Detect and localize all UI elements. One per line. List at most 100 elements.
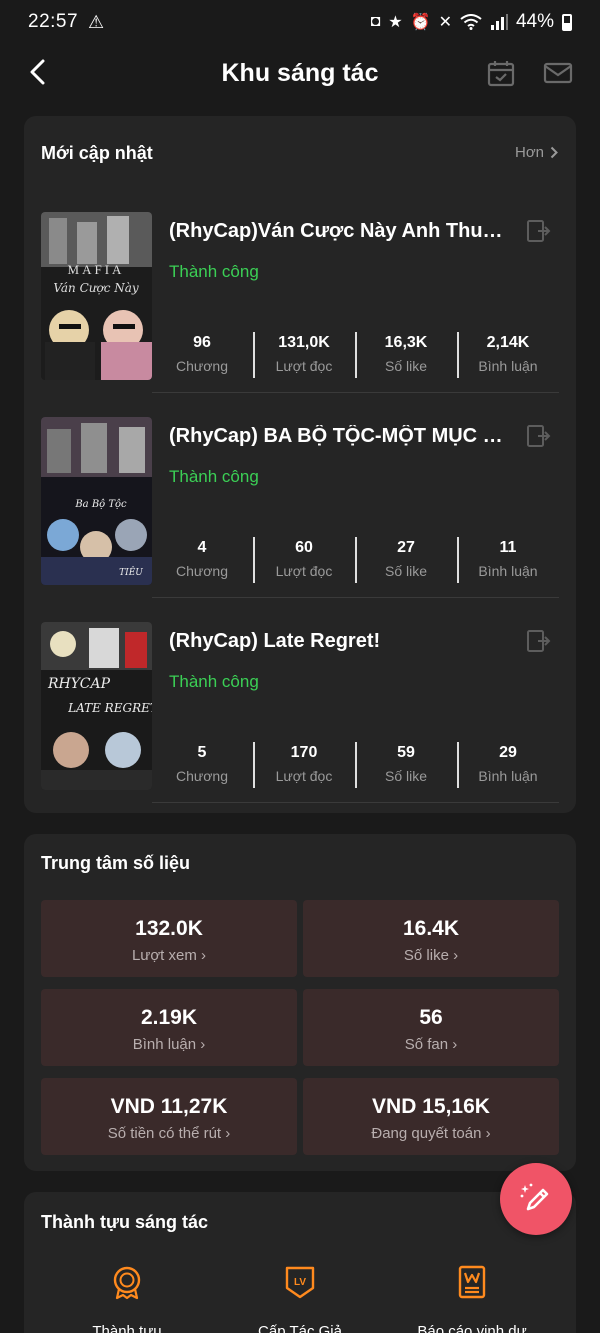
mute-icon: ✕ bbox=[438, 14, 452, 31]
more-label: Hơn bbox=[514, 144, 544, 161]
divider bbox=[152, 802, 559, 803]
story-status: Thành công bbox=[169, 672, 259, 691]
stat-label: Lượt đọc bbox=[275, 768, 333, 784]
mail-button[interactable] bbox=[541, 56, 575, 90]
divider bbox=[152, 392, 559, 393]
page-title: Khu sáng tác bbox=[221, 58, 379, 87]
honor-report-icon bbox=[458, 1265, 486, 1299]
story-title: (RhyCap) BA BỘ TỘC-MỘT MỤC TI... bbox=[169, 425, 509, 447]
battery-text: 44% bbox=[515, 11, 554, 32]
warning-icon: ⚠ bbox=[88, 11, 105, 32]
wifi-icon bbox=[460, 14, 482, 30]
more-link[interactable]: Hơn bbox=[515, 144, 558, 161]
achievement-label: Báo cáo vinh dự bbox=[417, 1323, 527, 1333]
stat-value: 2,14K bbox=[486, 334, 530, 351]
write-fab-button[interactable] bbox=[500, 1163, 572, 1235]
divider bbox=[152, 597, 559, 598]
achievements-title: Thành tựu sáng tác bbox=[41, 1212, 209, 1232]
calendar-button[interactable] bbox=[484, 56, 518, 90]
stat-label: Lượt đọc bbox=[275, 563, 333, 579]
chevron-right-icon bbox=[550, 146, 558, 159]
updates-card: Mới cập nhật Hơn MAFIA Ván Cược Này (Rhy… bbox=[24, 116, 576, 813]
top-app-bar: Khu sáng tác bbox=[0, 44, 600, 102]
story-status: Thành công bbox=[169, 467, 259, 486]
battery-icon bbox=[562, 13, 572, 31]
svg-text:LATE REGRET: LATE REGRET bbox=[67, 701, 152, 715]
stat-value: 5 bbox=[197, 744, 207, 761]
stat-label: Chương bbox=[175, 768, 229, 784]
stat-label: Bình luận bbox=[478, 563, 538, 579]
tile-value: VND 15,16K bbox=[372, 1095, 490, 1118]
tile-comments[interactable]: 2.19K Bình luận › bbox=[41, 989, 297, 1066]
story-item[interactable]: MAFIA Ván Cược Này (RhyCap)Ván Cược Này … bbox=[41, 212, 559, 382]
stat-chapters: 5 Chương bbox=[151, 740, 253, 790]
svg-text:RHYCAP: RHYCAP bbox=[47, 676, 111, 692]
tile-value: 56 bbox=[419, 1006, 443, 1029]
chevron-left-icon bbox=[30, 59, 45, 85]
stat-value: 131,0K bbox=[278, 334, 330, 351]
stat-reads: 60 Lượt đọc bbox=[253, 535, 355, 585]
tile-likes[interactable]: 16.4K Số like › bbox=[303, 900, 559, 977]
stat-label: Chương bbox=[175, 358, 229, 374]
tile-label-text: Lượt xem bbox=[131, 947, 197, 964]
tile-views[interactable]: 132.0K Lượt xem › bbox=[41, 900, 297, 977]
tile-value: 16.4K bbox=[402, 917, 460, 940]
edit-story-button[interactable] bbox=[525, 423, 551, 449]
stat-label: Số like bbox=[384, 563, 428, 579]
story-cover-image[interactable]: RHYCAP LATE REGRET bbox=[41, 622, 152, 790]
chevron-right-icon: › bbox=[453, 947, 459, 964]
stat-label: Lượt đọc bbox=[275, 358, 333, 374]
tile-label: Bình luận › bbox=[41, 1036, 297, 1053]
tile-fans[interactable]: 56 Số fan › bbox=[303, 989, 559, 1066]
story-title: (RhyCap)Ván Cược Này Anh Thua ... bbox=[169, 220, 509, 242]
story-item[interactable]: Ba Bộ Tộc TIÊU (RhyCap) BA BỘ TỘC-MỘT MỤ… bbox=[41, 417, 559, 587]
achievement-item[interactable]: LV Cấp Tác Giả bbox=[225, 1264, 375, 1333]
story-cover-image[interactable]: Ba Bộ Tộc TIÊU bbox=[41, 417, 152, 585]
edit-doc-icon bbox=[527, 425, 551, 447]
tile-label-text: Số like bbox=[403, 947, 449, 964]
tile-label: Số like › bbox=[303, 947, 559, 964]
stat-value: 11 bbox=[499, 539, 517, 556]
tile-label: Số tiền có thể rút › bbox=[41, 1125, 297, 1142]
edit-story-button[interactable] bbox=[525, 628, 551, 654]
stat-label: Bình luận bbox=[478, 768, 538, 784]
story-stats: 4 Chương 60 Lượt đọc 27 Số like 11 Bình luận bbox=[151, 535, 559, 585]
tile-label-text: Bình luận bbox=[132, 1036, 197, 1053]
status-bar: 22:57 ⚠ ◘ ★ ⏰ ✕ 44% bbox=[0, 0, 600, 44]
achievements-card: Thành tựu sáng tác Thành tựu LV Cấp Tác … bbox=[24, 1192, 576, 1333]
story-item[interactable]: RHYCAP LATE REGRET (RhyCap) Late Regret!… bbox=[41, 622, 559, 792]
medal-icon bbox=[113, 1266, 141, 1300]
tile-label-text: Đang quyết toán bbox=[371, 1125, 482, 1142]
tile-withdrawable[interactable]: VND 11,27K Số tiền có thể rút › bbox=[41, 1078, 297, 1155]
tile-label: Số fan › bbox=[303, 1036, 559, 1053]
stat-chapters: 4 Chương bbox=[151, 535, 253, 585]
edit-story-button[interactable] bbox=[525, 218, 551, 244]
status-time: 22:57 bbox=[28, 11, 79, 32]
achievement-item[interactable]: Thành tựu bbox=[52, 1264, 202, 1333]
stat-label: Bình luận bbox=[478, 358, 538, 374]
alarm-icon: ⏰ bbox=[410, 14, 431, 31]
level-badge-icon: LV bbox=[285, 1266, 315, 1299]
chevron-right-icon: › bbox=[201, 947, 207, 964]
tile-settling[interactable]: VND 15,16K Đang quyết toán › bbox=[303, 1078, 559, 1155]
chevron-right-icon: › bbox=[200, 1036, 206, 1053]
chevron-right-icon: › bbox=[452, 1036, 458, 1053]
stat-label: Số like bbox=[384, 358, 428, 374]
story-cover-image[interactable]: MAFIA Ván Cược Này bbox=[41, 212, 152, 380]
stat-chapters: 96 Chương bbox=[151, 330, 253, 380]
tile-label: Lượt xem › bbox=[41, 947, 297, 964]
back-button[interactable] bbox=[18, 52, 58, 92]
svg-text:TIÊU: TIÊU bbox=[119, 566, 143, 578]
achievement-item[interactable]: Báo cáo vinh dự bbox=[397, 1264, 547, 1333]
stat-value: 4 bbox=[197, 539, 207, 556]
stat-likes: 16,3K Số like bbox=[355, 330, 457, 380]
stat-likes: 59 Số like bbox=[355, 740, 457, 790]
chevron-right-icon: › bbox=[485, 1125, 491, 1142]
tile-label: Đang quyết toán › bbox=[303, 1125, 559, 1142]
tile-label-text: Số fan bbox=[404, 1036, 449, 1053]
updates-title: Mới cập nhật bbox=[41, 143, 153, 163]
tile-label-text: Số tiền có thể rút bbox=[107, 1125, 222, 1142]
stat-value: 60 bbox=[295, 539, 313, 556]
mail-icon bbox=[543, 62, 573, 84]
story-stats: 5 Chương 170 Lượt đọc 59 Số like 29 Bình luậ… bbox=[151, 740, 559, 790]
